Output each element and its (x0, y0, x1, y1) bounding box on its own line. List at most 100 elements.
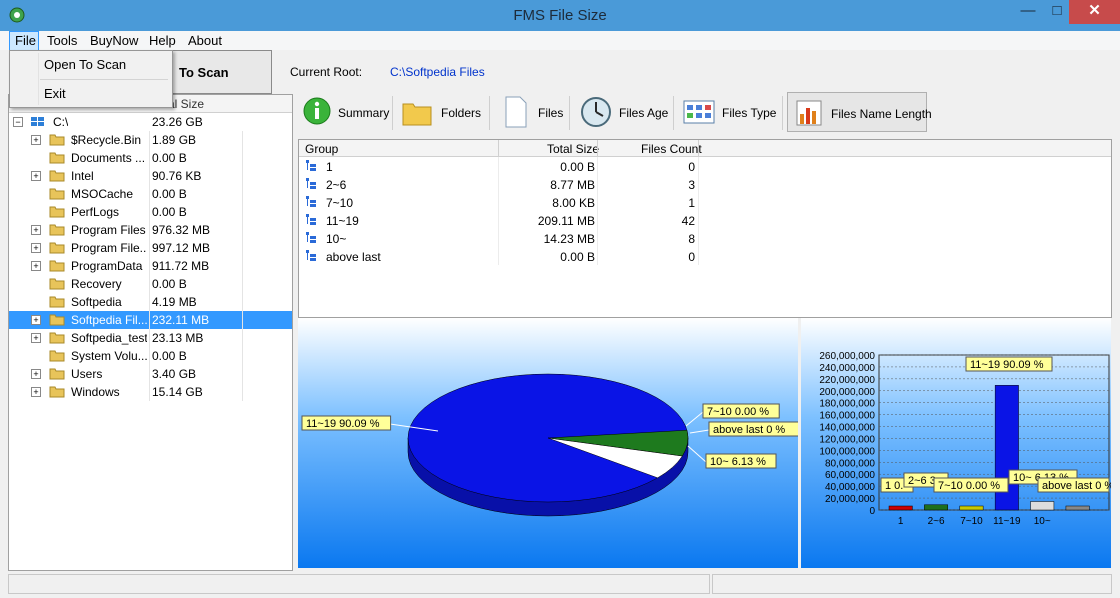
folder-icon (49, 170, 65, 182)
pie-label-line (685, 411, 704, 427)
tab-files-type[interactable]: Files Type (679, 92, 779, 132)
tree-row[interactable]: Softpedia 4.19 MB (9, 293, 292, 311)
folder-icon (49, 152, 65, 164)
tree-item-size: 232.11 MB (152, 313, 210, 327)
y-tick-label: 100,000,000 (819, 446, 875, 457)
expand-icon[interactable]: + (31, 261, 41, 271)
tree-item-label: Program File... (71, 241, 147, 255)
tree-row[interactable]: MSOCache 0.00 B (9, 185, 292, 203)
expand-icon[interactable]: + (31, 387, 41, 397)
expand-icon[interactable]: + (31, 225, 41, 235)
info-icon (303, 97, 331, 125)
y-tick-label: 80,000,000 (825, 458, 875, 469)
menu-separator (40, 79, 168, 80)
y-tick-label: 60,000,000 (825, 470, 875, 481)
tree-item-size: 3.40 GB (152, 367, 197, 381)
title-bar: FMS File Size — □ ✕ (0, 0, 1120, 31)
tree-row[interactable]: + Windows 15.14 GB (9, 383, 292, 401)
folder-icon (49, 296, 65, 308)
menu-tools[interactable]: Tools (47, 33, 77, 48)
tree-item-label: Intel (71, 169, 94, 183)
tree-row[interactable]: PerfLogs 0.00 B (9, 203, 292, 221)
tab-folders[interactable]: Folders (398, 92, 486, 132)
expand-icon[interactable]: + (31, 243, 41, 253)
menu-item-open-to-scan[interactable]: Open To Scan (44, 57, 126, 72)
menu-help[interactable]: Help (149, 33, 176, 48)
folder-tree[interactable]: Folder Name Total Size − C:\ 23.26 GB +$… (8, 94, 293, 571)
tree-item-label: Windows (71, 385, 120, 399)
close-button[interactable]: ✕ (1069, 0, 1120, 24)
group-total-size: 0.00 B (560, 250, 595, 264)
tree-row[interactable]: + Users 3.40 GB (9, 365, 292, 383)
expand-icon[interactable]: + (31, 333, 41, 343)
tree-row[interactable]: System Volu... 0.00 B (9, 347, 292, 365)
tree-item-size: 23.13 MB (152, 331, 204, 345)
tab-files-name-length[interactable]: Files Name Length (787, 92, 932, 132)
minimize-button[interactable]: — (1011, 0, 1045, 24)
bar-chart-panel: 0 20,000,000 40,000,000 60,000,000 80,000,00… (801, 318, 1114, 568)
menu-item-exit[interactable]: Exit (44, 86, 66, 101)
collapse-icon[interactable]: − (13, 117, 23, 127)
table-row[interactable]: 10~ 14.23 MB 8 (299, 229, 699, 247)
tree-item-size: 0.00 B (152, 277, 187, 291)
tree-row-root[interactable]: − C:\ 23.26 GB (9, 113, 292, 131)
status-panel-left (8, 574, 710, 594)
group-name: 1 (326, 160, 333, 174)
groups-table[interactable]: Group Total Size Files Count 1 0.00 B 0 2~6… (298, 139, 1112, 318)
tab-files-age[interactable]: Files Age (576, 92, 668, 132)
expand-icon[interactable]: + (31, 135, 41, 145)
group-name: 10~ (326, 232, 347, 246)
y-tick-label: 40,000,000 (825, 482, 875, 493)
column-group[interactable]: Group (305, 142, 338, 156)
tree-row[interactable]: + Intel 90.76 KB (9, 167, 292, 185)
tree-row[interactable]: + Softpedia Fil... 232.11 MB (9, 311, 292, 329)
bar-label: above last 0 % (1042, 480, 1111, 492)
folder-icon (49, 188, 65, 200)
chart-icon (796, 100, 822, 126)
open-to-scan-button[interactable]: To Scan (168, 50, 272, 94)
tree-row[interactable]: Documents ... 0.00 B (9, 149, 292, 167)
column-files-count[interactable]: Files Count (641, 142, 702, 156)
tree-row[interactable]: + $Recycle.Bin 1.89 GB (9, 131, 292, 149)
filetype-icon (683, 100, 715, 124)
table-row[interactable]: above last 0.00 B 0 (299, 247, 699, 265)
menu-about[interactable]: About (188, 33, 222, 48)
expand-icon[interactable]: + (31, 315, 41, 325)
tab-files[interactable]: Files (496, 92, 566, 132)
tree-row[interactable]: + Program Files 976.32 MB (9, 221, 292, 239)
column-total-size[interactable]: Total Size (547, 142, 599, 156)
table-row[interactable]: 1 0.00 B 0 (299, 157, 699, 175)
maximize-button[interactable]: □ (1045, 0, 1069, 24)
group-icon (306, 232, 316, 243)
menu-buynow[interactable]: BuyNow (90, 33, 138, 48)
current-root-path: C:\Softpedia Files (390, 65, 485, 79)
expand-icon[interactable]: + (31, 369, 41, 379)
group-total-size: 209.11 MB (537, 214, 595, 228)
tree-row[interactable]: + Program File... 997.12 MB (9, 239, 292, 257)
pie-label: 11~19 90.09 % (306, 418, 380, 430)
folder-icon (49, 368, 65, 380)
folder-icon (49, 278, 65, 290)
tree-row[interactable]: + Softpedia_test 23.13 MB (9, 329, 292, 347)
group-total-size: 8.00 KB (552, 196, 595, 210)
tree-item-size: 4.19 MB (152, 295, 197, 309)
tree-item-label: ProgramData (71, 259, 143, 273)
folder-icon (49, 332, 65, 344)
tree-row[interactable]: + ProgramData 911.72 MB (9, 257, 292, 275)
tree-item-label: PerfLogs (71, 205, 120, 219)
tab-summary[interactable]: Summary (298, 92, 389, 132)
y-tick-label: 260,000,000 (819, 351, 875, 362)
table-row[interactable]: 11~19 209.11 MB 42 (299, 211, 699, 229)
table-row[interactable]: 7~10 8.00 KB 1 (299, 193, 699, 211)
table-row[interactable]: 2~6 8.77 MB 3 (299, 175, 699, 193)
expand-icon[interactable]: + (31, 171, 41, 181)
folder-icon (402, 103, 432, 126)
group-files-count: 8 (688, 232, 695, 246)
tree-item-size: 0.00 B (152, 349, 187, 363)
tree-item-label: Recovery (71, 277, 122, 291)
pie-label: above last 0 % (713, 424, 785, 436)
menu-file[interactable]: File (9, 31, 39, 51)
view-tabs: Summary Folders Files Files Age Files Ty… (296, 92, 1120, 134)
tree-row[interactable]: Recovery 0.00 B (9, 275, 292, 293)
group-files-count: 0 (688, 160, 695, 174)
